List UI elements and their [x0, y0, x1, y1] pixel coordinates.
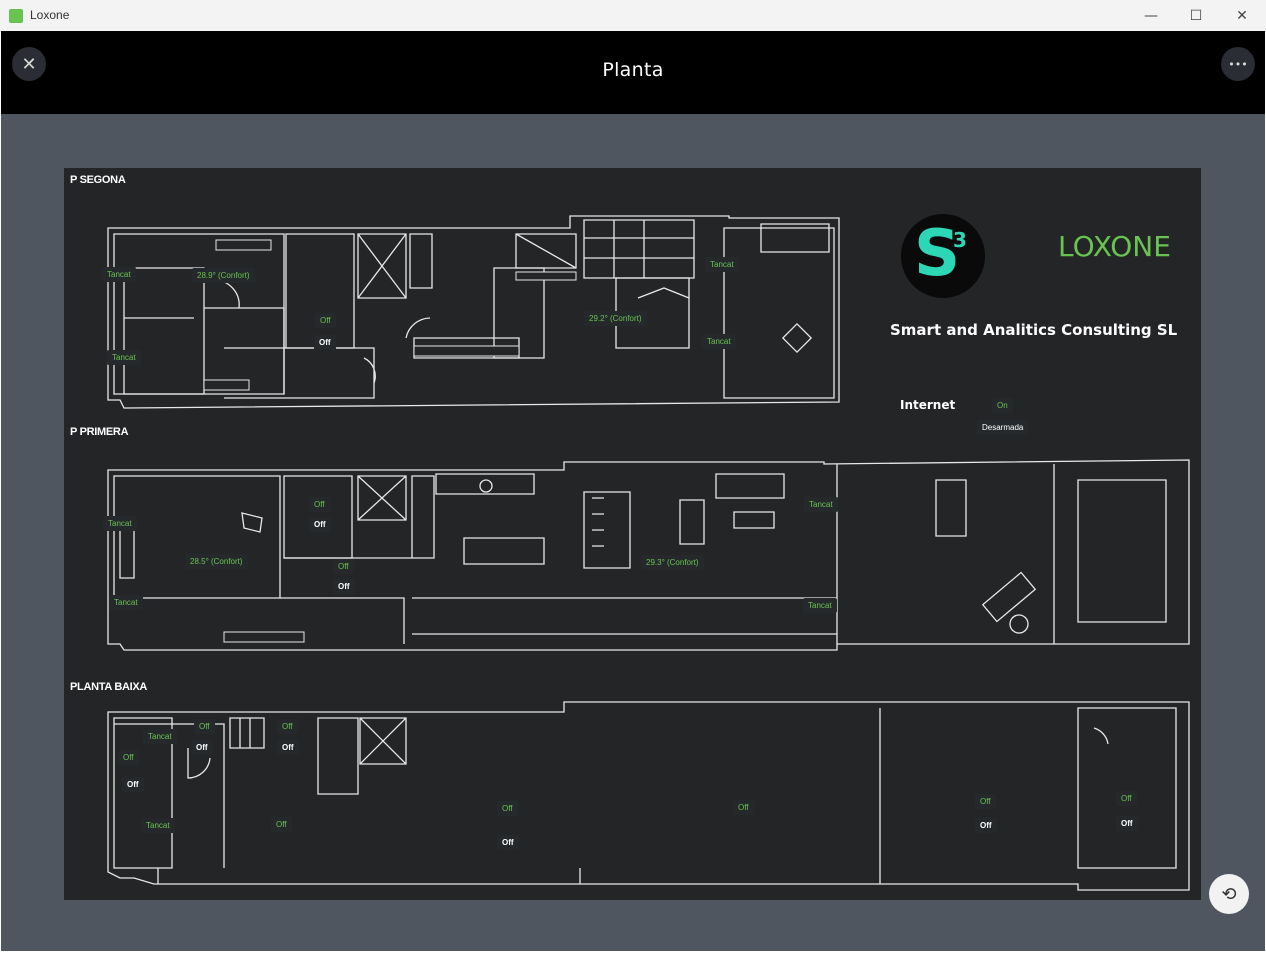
blind-control[interactable]: Tancat — [804, 497, 838, 512]
blind-control[interactable]: Tancat — [705, 257, 739, 272]
s3-logo-sup: 3 — [953, 228, 967, 252]
blind-control[interactable]: Tancat — [702, 334, 736, 349]
temperature-control[interactable]: 29.3° (Confort) — [641, 555, 704, 570]
blind-control[interactable]: Tancat — [143, 729, 177, 744]
floor-label-p-primera: P PRIMERA — [70, 426, 129, 438]
refresh-button[interactable]: ⟲ — [1209, 874, 1249, 914]
switch-control[interactable]: Off — [191, 740, 213, 755]
temperature-control[interactable]: 29.2° (Confort) — [584, 311, 647, 326]
page-title: Planta — [602, 59, 664, 81]
light-control[interactable]: Off — [277, 719, 298, 734]
temperature-control[interactable]: 28.9° (Confort) — [192, 268, 255, 283]
light-control[interactable]: Off — [309, 497, 330, 512]
floor-label-p-segona: P SEGONA — [70, 174, 126, 186]
switch-control[interactable]: Off — [122, 777, 144, 792]
switch-control[interactable]: Off — [975, 818, 997, 833]
app-title: Loxone — [30, 8, 70, 22]
floor-label-planta-baixa: PLANTA BAIXA — [70, 681, 148, 693]
page-header: ✕ Planta ••• — [1, 31, 1265, 114]
window-titlebar: Loxone — ☐ ✕ — [0, 0, 1266, 32]
loxone-logo: LOXONE — [1058, 230, 1171, 263]
minimize-button[interactable]: — — [1128, 0, 1174, 31]
switch-control[interactable]: Off — [1116, 816, 1138, 831]
window-close-button[interactable]: ✕ — [1219, 0, 1265, 31]
blind-control[interactable]: Tancat — [803, 598, 837, 613]
switch-control[interactable]: Off — [497, 835, 519, 850]
light-control[interactable]: Off — [333, 559, 354, 574]
light-control[interactable]: Off — [1116, 791, 1137, 806]
switch-control[interactable]: Off — [277, 740, 299, 755]
light-control[interactable]: Off — [194, 719, 215, 734]
maximize-button[interactable]: ☐ — [1173, 0, 1219, 31]
s3-logo: S 3 — [901, 214, 985, 298]
blind-control[interactable]: Tancat — [102, 267, 136, 282]
blind-control[interactable]: Tancat — [109, 595, 143, 610]
alarm-status[interactable]: Desarmada — [977, 420, 1029, 435]
blind-control[interactable]: Tancat — [107, 350, 141, 365]
blind-control[interactable]: Tancat — [103, 516, 137, 531]
light-control[interactable]: Off — [975, 794, 996, 809]
switch-control[interactable]: Off — [309, 517, 331, 532]
temperature-control[interactable]: 28.5° (Confort) — [185, 554, 248, 569]
internet-label: Internet — [900, 398, 956, 412]
refresh-icon: ⟲ — [1221, 883, 1237, 905]
more-options-button[interactable]: ••• — [1221, 47, 1255, 81]
floor-plan[interactable]: P SEGONA P PRIMERA PLANTA BAIXA S 3 LOXO… — [64, 168, 1201, 900]
light-control[interactable]: Off — [271, 817, 292, 832]
more-icon: ••• — [1228, 57, 1248, 71]
company-name: Smart and Analitics Consulting SL — [890, 321, 1178, 339]
internet-status[interactable]: On — [992, 398, 1013, 413]
light-control[interactable]: Off — [733, 800, 754, 815]
switch-control[interactable]: Off — [314, 335, 336, 350]
light-control[interactable]: Off — [315, 313, 336, 328]
switch-control[interactable]: Off — [333, 579, 355, 594]
blind-control[interactable]: Tancat — [141, 818, 175, 833]
light-control[interactable]: Off — [497, 801, 518, 816]
loxone-app-icon — [9, 9, 23, 23]
light-control[interactable]: Off — [118, 750, 139, 765]
